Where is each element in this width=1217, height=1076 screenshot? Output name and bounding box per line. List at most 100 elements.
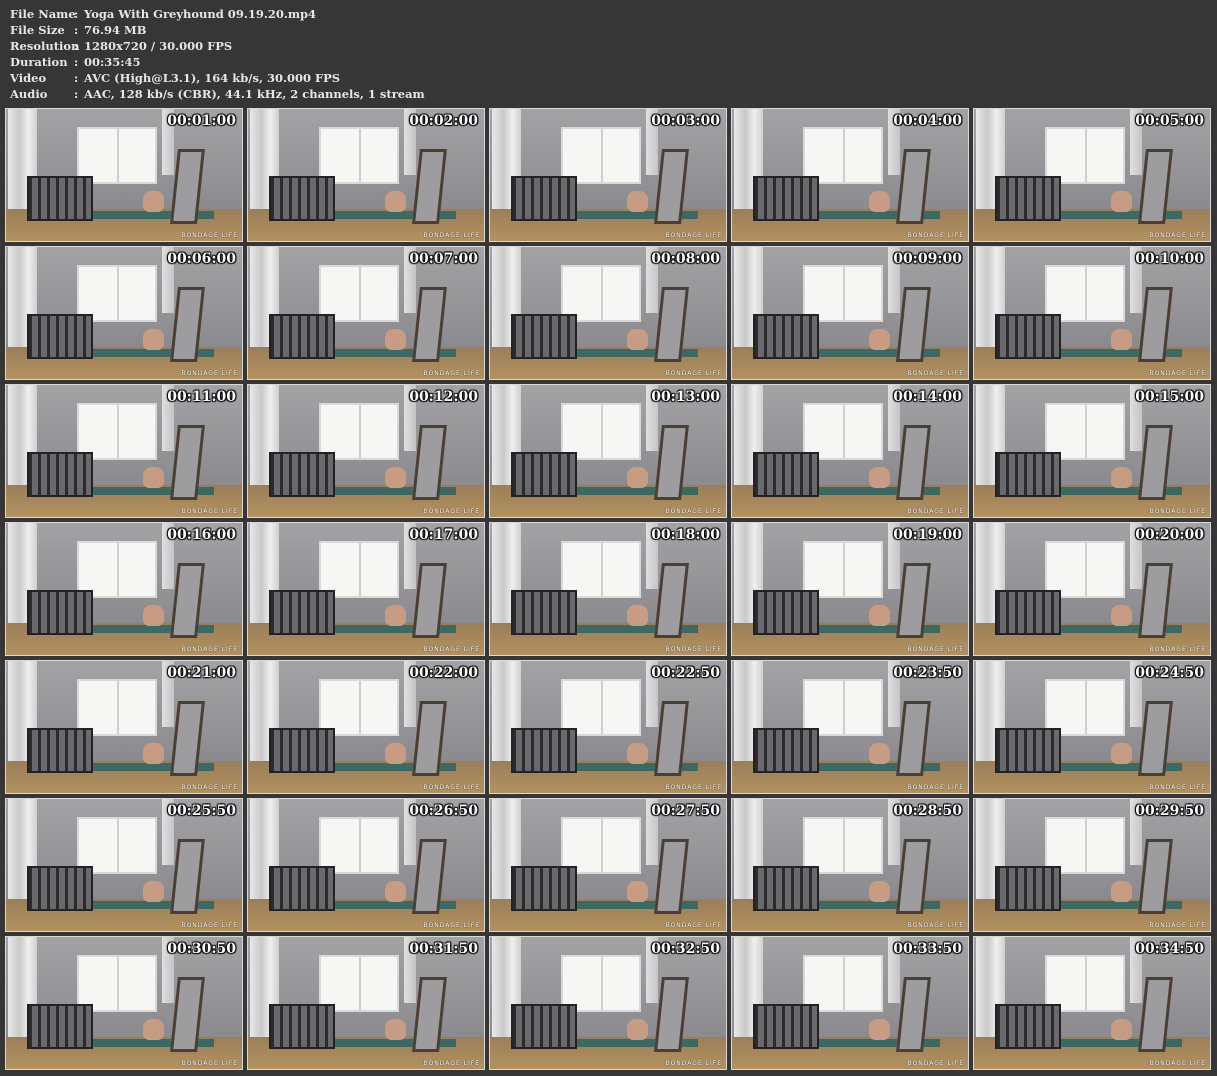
info-row-resolution: Resolution : 1280x720 / 30.000 FPS <box>10 38 425 54</box>
watermark-logo: BONDAGE LIFE <box>907 1060 964 1067</box>
video-thumbnail[interactable]: 00:02:00 BONDAGE LIFE <box>247 108 485 242</box>
video-thumbnail[interactable]: 00:08:00 BONDAGE LIFE <box>489 246 727 380</box>
video-thumbnail[interactable]: 00:31:50 BONDAGE LIFE <box>247 936 485 1070</box>
video-thumbnail[interactable]: 00:22:00 BONDAGE LIFE <box>247 660 485 794</box>
thumbnail-timestamp: 00:22:00 <box>409 665 478 681</box>
video-thumbnail[interactable]: 00:10:00 BONDAGE LIFE <box>973 246 1211 380</box>
thumbnail-timestamp: 00:25:50 <box>167 803 236 819</box>
scene-figure <box>1110 880 1133 902</box>
thumbnail-timestamp: 00:27:50 <box>651 803 720 819</box>
watermark-logo: BONDAGE LIFE <box>907 508 964 515</box>
thumbnail-timestamp: 00:32:50 <box>651 941 720 957</box>
watermark-logo: BONDAGE LIFE <box>665 784 722 791</box>
video-thumbnail[interactable]: 00:21:00 BONDAGE LIFE <box>5 660 243 794</box>
info-label: Audio <box>10 87 48 101</box>
info-row-file-name: File Name : Yoga With Greyhound 09.19.20… <box>10 6 425 22</box>
scene-crate <box>753 590 820 636</box>
video-thumbnail[interactable]: 00:27:50 BONDAGE LIFE <box>489 798 727 932</box>
scene-crate <box>269 314 336 360</box>
video-thumbnail[interactable]: 00:17:00 BONDAGE LIFE <box>247 522 485 656</box>
scene-figure <box>868 742 891 764</box>
scene-crate <box>995 728 1062 774</box>
video-thumbnail[interactable]: 00:29:50 BONDAGE LIFE <box>973 798 1211 932</box>
thumbnail-timestamp: 00:08:00 <box>651 251 720 267</box>
scene-figure <box>142 742 165 764</box>
thumbnail-timestamp: 00:28:50 <box>893 803 962 819</box>
video-thumbnail[interactable]: 00:30:50 BONDAGE LIFE <box>5 936 243 1070</box>
info-label: File Name <box>10 7 76 21</box>
thumbnail-timestamp: 00:29:50 <box>1135 803 1204 819</box>
video-thumbnail[interactable]: 00:33:50 BONDAGE LIFE <box>731 936 969 1070</box>
video-thumbnail[interactable]: 00:28:50 BONDAGE LIFE <box>731 798 969 932</box>
scene-crate <box>27 866 94 912</box>
watermark-logo: BONDAGE LIFE <box>1149 232 1206 239</box>
watermark-logo: BONDAGE LIFE <box>665 1060 722 1067</box>
video-thumbnail[interactable]: 00:32:50 BONDAGE LIFE <box>489 936 727 1070</box>
video-thumbnail[interactable]: 00:25:50 BONDAGE LIFE <box>5 798 243 932</box>
video-thumbnail[interactable]: 00:20:00 BONDAGE LIFE <box>973 522 1211 656</box>
scene-crate <box>995 452 1062 498</box>
video-thumbnail[interactable]: 00:07:00 BONDAGE LIFE <box>247 246 485 380</box>
video-thumbnail[interactable]: 00:06:00 BONDAGE LIFE <box>5 246 243 380</box>
watermark-logo: BONDAGE LIFE <box>665 922 722 929</box>
thumbnail-timestamp: 00:14:00 <box>893 389 962 405</box>
scene-crate <box>995 314 1062 360</box>
video-thumbnail[interactable]: 00:01:00 BONDAGE LIFE <box>5 108 243 242</box>
video-thumbnail[interactable]: 00:14:00 BONDAGE LIFE <box>731 384 969 518</box>
watermark-logo: BONDAGE LIFE <box>423 370 480 377</box>
scene-crate <box>753 866 820 912</box>
video-thumbnail[interactable]: 00:12:00 BONDAGE LIFE <box>247 384 485 518</box>
thumbnail-timestamp: 00:16:00 <box>167 527 236 543</box>
video-thumbnail[interactable]: 00:26:50 BONDAGE LIFE <box>247 798 485 932</box>
info-value: Yoga With Greyhound 09.19.20.mp4 <box>84 7 317 21</box>
thumbnail-timestamp: 00:19:00 <box>893 527 962 543</box>
scene-figure <box>626 1018 649 1040</box>
scene-figure <box>384 466 407 488</box>
scene-figure <box>868 466 891 488</box>
thumbnail-timestamp: 00:30:50 <box>167 941 236 957</box>
video-thumbnail[interactable]: 00:13:00 BONDAGE LIFE <box>489 384 727 518</box>
scene-figure <box>1110 328 1133 350</box>
thumbnail-timestamp: 00:03:00 <box>651 113 720 129</box>
video-thumbnail[interactable]: 00:34:50 BONDAGE LIFE <box>973 936 1211 1070</box>
watermark-logo: BONDAGE LIFE <box>181 922 238 929</box>
scene-figure <box>626 190 649 212</box>
watermark-logo: BONDAGE LIFE <box>181 784 238 791</box>
watermark-logo: BONDAGE LIFE <box>181 232 238 239</box>
video-thumbnail[interactable]: 00:09:00 BONDAGE LIFE <box>731 246 969 380</box>
thumbnail-timestamp: 00:34:50 <box>1135 941 1204 957</box>
video-thumbnail[interactable]: 00:23:50 BONDAGE LIFE <box>731 660 969 794</box>
thumbnail-timestamp: 00:15:00 <box>1135 389 1204 405</box>
watermark-logo: BONDAGE LIFE <box>1149 922 1206 929</box>
scene-crate <box>269 728 336 774</box>
watermark-logo: BONDAGE LIFE <box>907 232 964 239</box>
video-thumbnail[interactable]: 00:18:00 BONDAGE LIFE <box>489 522 727 656</box>
video-thumbnail[interactable]: 00:16:00 BONDAGE LIFE <box>5 522 243 656</box>
video-thumbnail[interactable]: 00:05:00 BONDAGE LIFE <box>973 108 1211 242</box>
video-thumbnail[interactable]: 00:15:00 BONDAGE LIFE <box>973 384 1211 518</box>
video-thumbnail[interactable]: 00:03:00 BONDAGE LIFE <box>489 108 727 242</box>
video-thumbnail[interactable]: 00:04:00 BONDAGE LIFE <box>731 108 969 242</box>
scene-figure <box>626 604 649 626</box>
scene-figure <box>384 1018 407 1040</box>
video-thumbnail[interactable]: 00:11:00 BONDAGE LIFE <box>5 384 243 518</box>
info-label: File Size <box>10 23 65 37</box>
video-thumbnail[interactable]: 00:24:50 BONDAGE LIFE <box>973 660 1211 794</box>
scene-figure <box>142 604 165 626</box>
info-label: Duration <box>10 55 68 69</box>
video-thumbnail[interactable]: 00:22:50 BONDAGE LIFE <box>489 660 727 794</box>
scene-crate <box>27 590 94 636</box>
scene-figure <box>626 328 649 350</box>
info-value: 00:35:45 <box>84 55 141 69</box>
info-value: 1280x720 / 30.000 FPS <box>84 39 233 53</box>
info-separator: : <box>74 71 79 85</box>
thumbnail-timestamp: 00:10:00 <box>1135 251 1204 267</box>
thumbnail-timestamp: 00:20:00 <box>1135 527 1204 543</box>
scene-figure <box>142 190 165 212</box>
thumbnail-timestamp: 00:04:00 <box>893 113 962 129</box>
thumbnail-timestamp: 00:02:00 <box>409 113 478 129</box>
watermark-logo: BONDAGE LIFE <box>181 508 238 515</box>
scene-crate <box>269 176 336 222</box>
video-thumbnail[interactable]: 00:19:00 BONDAGE LIFE <box>731 522 969 656</box>
watermark-logo: BONDAGE LIFE <box>181 646 238 653</box>
